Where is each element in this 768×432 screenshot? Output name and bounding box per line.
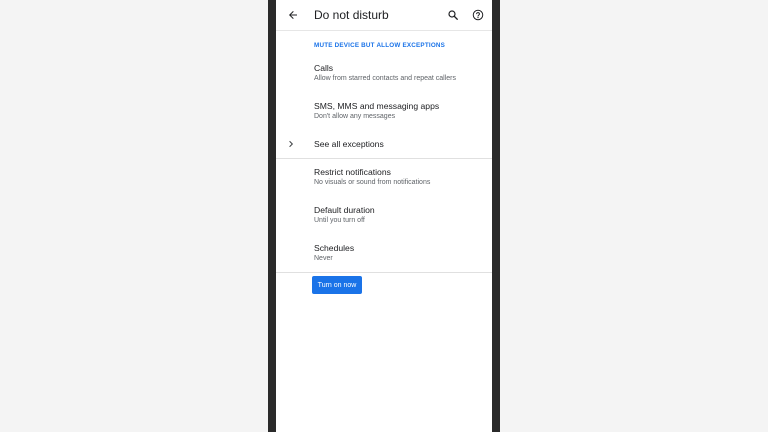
search-icon [448, 10, 458, 20]
section-header: MUTE DEVICE BUT ALLOW EXCEPTIONS [314, 42, 446, 49]
messaging-item[interactable]: SMS, MMS and messaging apps Don't allow … [276, 101, 492, 127]
see-all-exceptions-item[interactable]: See all exceptions [276, 139, 492, 153]
search-button[interactable] [444, 6, 462, 24]
help-button[interactable] [469, 6, 487, 24]
app-bar: Do not disturb [276, 0, 492, 31]
schedules-summary: Never [314, 255, 333, 262]
default-duration-title: Default duration [314, 205, 375, 215]
see-all-exceptions-label: See all exceptions [314, 139, 384, 149]
schedules-title: Schedules [314, 243, 355, 253]
schedules-item[interactable]: Schedules Never [276, 243, 492, 269]
calls-summary: Allow from starred contacts and repeat c… [314, 75, 457, 82]
calls-item[interactable]: Calls Allow from starred contacts and re… [276, 63, 492, 89]
restrict-notifications-title: Restrict notifications [314, 167, 391, 177]
restrict-notifications-summary: No visuals or sound from notifications [314, 179, 431, 186]
help-icon [472, 9, 484, 21]
divider [276, 272, 492, 273]
divider [276, 158, 492, 159]
chevron-right-icon [289, 140, 294, 148]
default-duration-summary: Until you turn off [314, 217, 365, 224]
back-button[interactable] [284, 6, 302, 24]
messaging-summary: Don't allow any messages [314, 113, 396, 120]
calls-title: Calls [314, 63, 334, 73]
page-title: Do not disturb [314, 8, 389, 22]
restrict-notifications-item[interactable]: Restrict notifications No visuals or sou… [276, 167, 492, 193]
arrow-back-icon [289, 11, 297, 19]
phone-screen: Do not disturb MUTE DEVICE BUT ALLOW EXC… [276, 0, 492, 432]
turn-on-now-button[interactable]: Turn on now [312, 276, 362, 294]
messaging-title: SMS, MMS and messaging apps [314, 101, 440, 111]
default-duration-item[interactable]: Default duration Until you turn off [276, 205, 492, 231]
